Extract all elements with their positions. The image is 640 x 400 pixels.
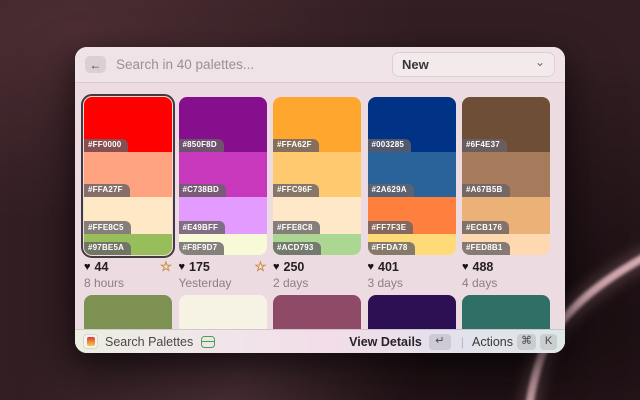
palette-grid: #FF0000#FFA27F#FFE8C5#97BE5A♥44☆8 hours#… [84,97,556,290]
color-stripe: #ECB176 [462,197,550,235]
hex-code-badge: #FF7F3E [368,221,414,234]
search-input[interactable]: Search in 40 palettes... [116,57,254,72]
palette-card[interactable]: #FFA62F #FFC96F #FFE8C8 #ACD793 ♥ 250 2 days [273,97,361,290]
hex-code-badge: #FF0000 [84,139,128,152]
hex-code-badge: #E49BFF [179,221,226,234]
color-stripe: #C738BD [179,152,267,197]
palette-swatch[interactable]: #6F4E37 #A67B5B #ECB176 #FED8B1 [462,97,550,255]
color-stripe: #003285 [368,97,456,152]
command-key-badge: ⌘ [517,334,536,350]
palette-meta: ♥401 [368,260,456,274]
hex-code-badge: #FFA27F [84,184,130,197]
hex-code-badge: #FED8B1 [462,242,510,255]
palette-meta: ♥ 44 ☆ [84,260,172,274]
status-bar: Search Palettes View Details ↵ | Actions… [75,329,565,353]
like-count: 44 [95,260,109,274]
heart-icon: ♥ [84,262,91,273]
time-label: 3 days [368,276,456,290]
chevron-down-icon: ⌄ [535,60,545,65]
like-count: 175 [189,260,210,274]
hex-code-badge: #C738BD [179,184,227,197]
like-count: 401 [378,260,399,274]
extension-name: Search Palettes [105,335,193,349]
search-header: ← Search in 40 palettes... New ⌄ [75,47,565,83]
hex-code-badge: #FFE8C5 [84,221,131,234]
color-stripe: #97BE5A [84,234,172,255]
hex-code-badge: #FFA62F [273,139,319,152]
color-stripe: #FFDA78 [368,234,456,255]
hex-code-badge: #2A629A [368,184,414,197]
palette-swatch-selected[interactable]: #FF0000 #FFA27F #FFE8C5 #97BE5A [84,97,172,255]
color-stripe: #2A629A [368,152,456,197]
hex-code-badge: #003285 [368,139,412,152]
actions-button[interactable]: Actions [472,335,513,349]
save-palette-icon [201,336,215,348]
time-label: Yesterday [179,276,267,290]
color-stripe: #FED8B1 [462,234,550,255]
like-count: 488 [473,260,494,274]
color-stripe: #FFE8C5 [84,197,172,235]
palette-meta: ♥ 488 [462,260,550,274]
color-stripe: #ACD793 [273,234,361,255]
color-stripe: #850F8D [179,97,267,152]
palette-swatch[interactable]: #FFA62F #FFC96F #FFE8C8 #ACD793 [273,97,361,255]
hex-code-badge: #A67B5B [462,184,510,197]
back-button[interactable]: ← [85,56,106,73]
view-details-button[interactable]: View Details [349,335,422,349]
color-stripe: #A67B5B [462,152,550,197]
hex-code-badge: #ACD793 [273,242,321,255]
time-label: 2 days [273,276,361,290]
palette-meta: ♥175 ☆ [179,260,267,274]
palette-card[interactable]: #850F8D #C738BD #E49BFF #F8F9D7 ♥175 ☆ Yesterd… [179,97,267,290]
sort-dropdown[interactable]: New ⌄ [392,52,555,77]
palette-meta: ♥ 250 [273,260,361,274]
color-stripe: #FFA62F [273,97,361,152]
hex-code-badge: #FFDA78 [368,242,415,255]
hex-code-badge: #850F8D [179,139,224,152]
color-stripe: #6F4E37 [462,97,550,152]
star-icon[interactable]: ☆ [160,260,172,274]
color-stripe: #F8F9D7 [179,234,267,255]
palette-swatch[interactable]: #003285 #2A629A #FF7F3E #FFDA78 [368,97,456,255]
palette-card[interactable]: #6F4E37 #A67B5B #ECB176 #FED8B1 ♥ 488 4 days [462,97,550,290]
hex-code-badge: #FFE8C8 [273,221,320,234]
color-stripe: #E49BFF [179,197,267,235]
color-stripe: #FFC96F [273,152,361,197]
extension-icon [83,334,98,349]
time-label: 8 hours [84,276,172,290]
time-label: 4 days [462,276,550,290]
like-count: 250 [284,260,305,274]
heart-icon: ♥ [462,262,469,273]
sort-dropdown-value: New [402,57,429,72]
k-key-badge: K [540,334,557,350]
heart-icon: ♥ [179,262,186,273]
heart-icon: ♥ [273,262,280,273]
color-stripe: #FF0000 [84,97,172,152]
palette-card[interactable]: #FF0000 #FFA27F #FFE8C5 #97BE5A ♥ 44 ☆ 8 hours [84,97,172,290]
heart-icon: ♥ [368,262,375,273]
back-arrow-icon: ← [90,59,102,71]
hex-code-badge: #FFC96F [273,184,319,197]
color-stripe: #FFE8C8 [273,197,361,235]
palette-grid-area: #FF0000#FFA27F#FFE8C5#97BE5A♥44☆8 hours#… [75,83,565,353]
palette-card[interactable]: #003285 #2A629A #FF7F3E #FFDA78 ♥401 3 days [368,97,456,290]
color-stripe: #FFA27F [84,152,172,197]
hex-code-badge: #F8F9D7 [179,242,225,255]
star-icon[interactable]: ☆ [254,260,266,274]
footer-divider: | [461,335,464,349]
hex-code-badge: #ECB176 [462,221,509,234]
return-key-badge: ↵ [429,334,451,350]
hex-code-badge: #97BE5A [84,242,131,255]
palette-swatch[interactable]: #850F8D #C738BD #E49BFF #F8F9D7 [179,97,267,255]
color-stripe: #FF7F3E [368,197,456,235]
raycast-window: ← Search in 40 palettes... New ⌄ #FF0000… [75,47,565,353]
hex-code-badge: #6F4E37 [462,139,507,152]
